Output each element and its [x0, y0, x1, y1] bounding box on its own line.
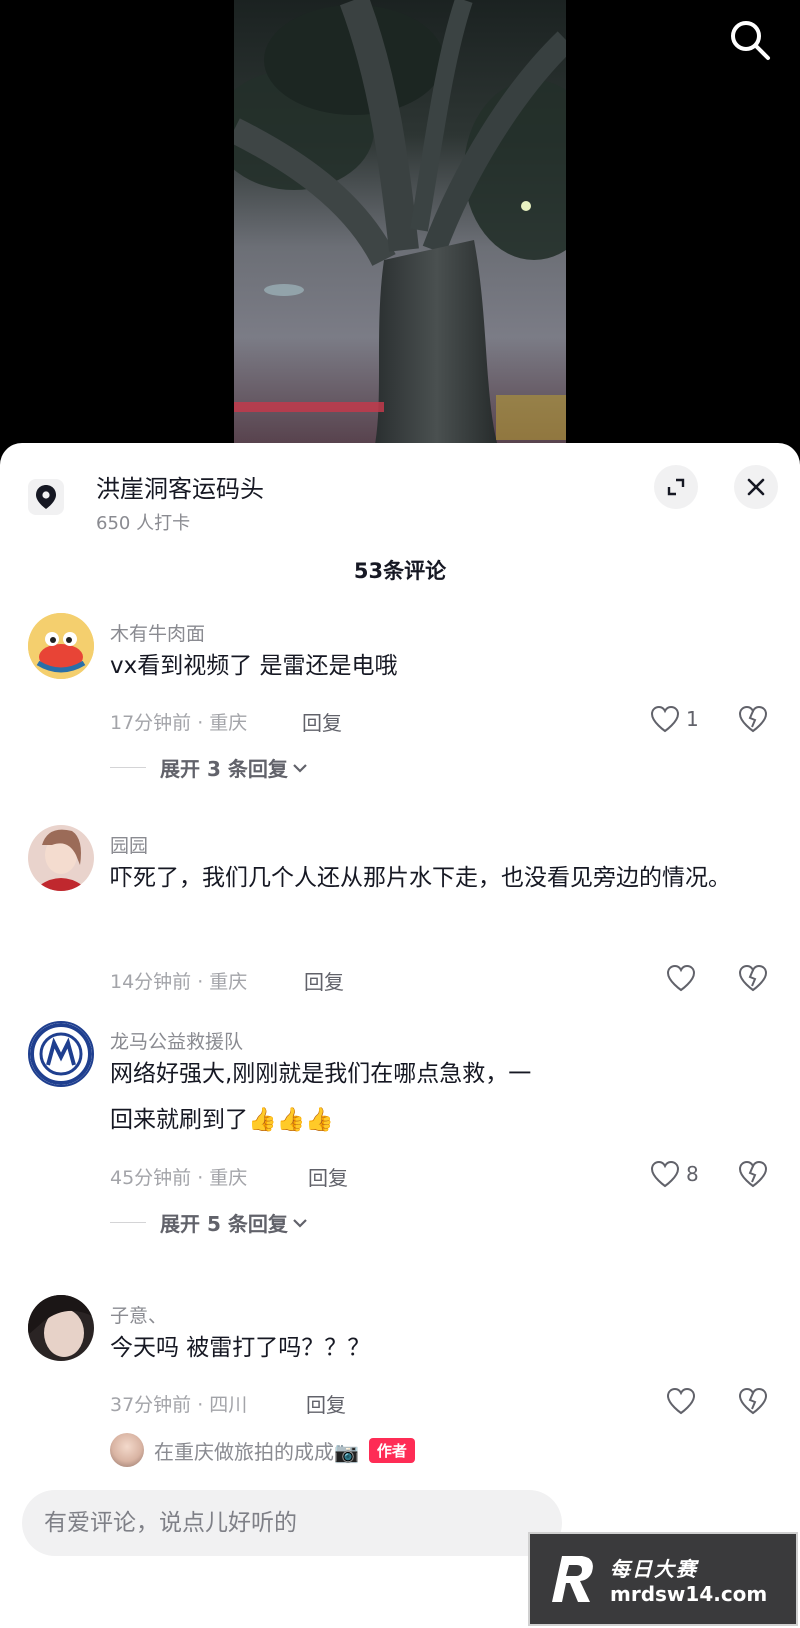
heart-icon — [666, 964, 696, 992]
comments-sheet: 洪崖洞客运码头 650 人打卡 53条评论 木有牛肉面 vx看到视频了 是雷还是… — [0, 443, 800, 1628]
avatar[interactable] — [28, 825, 94, 891]
like-button[interactable]: 8 — [650, 1160, 699, 1188]
broken-heart-icon — [738, 1160, 768, 1188]
comment-username[interactable]: 龙马公益救援队 — [110, 1027, 243, 1054]
search-button[interactable] — [728, 18, 772, 62]
expand-replies-label: 展开 3 条回复 — [160, 757, 288, 781]
dislike-button[interactable] — [738, 1160, 768, 1192]
chevron-down-icon — [293, 763, 307, 773]
expand-replies-button[interactable]: 展开 5 条回复 — [110, 1208, 308, 1237]
comment-time-location: 14分钟前 · 重庆 — [110, 971, 248, 993]
comment-username[interactable]: 木有牛肉面 — [110, 619, 205, 646]
comment-input[interactable] — [22, 1490, 562, 1556]
author-badge: 作者 — [368, 1437, 415, 1463]
expand-replies-button[interactable]: 展开 3 条回复 — [110, 753, 308, 782]
heart-icon — [650, 1160, 680, 1188]
broken-heart-icon — [738, 964, 768, 992]
dislike-button[interactable] — [738, 1387, 768, 1419]
avatar[interactable] — [28, 1295, 94, 1361]
comment-text: 网络好强大,刚刚就是我们在哪点急救，一回来就刷到了👍👍👍 — [110, 1061, 532, 1133]
divider — [110, 767, 146, 768]
comment-count: 53条评论 — [353, 559, 447, 583]
avatar[interactable] — [28, 613, 94, 679]
comment-username[interactable]: 子意、 — [110, 1301, 167, 1328]
reply-button[interactable]: 回复 — [302, 707, 342, 736]
like-count: 1 — [686, 707, 699, 731]
like-button[interactable] — [666, 964, 702, 992]
location-checkins: 650 人打卡 — [96, 513, 191, 534]
location-pin-icon — [28, 479, 64, 515]
author-reply-preview[interactable]: 在重庆做旅拍的成成📷 作者 — [110, 1433, 415, 1467]
divider — [110, 1222, 146, 1223]
reply-button[interactable]: 回复 — [306, 1389, 346, 1418]
watermark-title: 每日大赛 — [610, 1556, 698, 1581]
watermark-url: mrdsw14.com — [610, 1581, 768, 1606]
heart-icon — [650, 705, 680, 733]
dislike-button[interactable] — [738, 705, 768, 737]
avatar — [110, 1433, 144, 1467]
chevron-down-icon — [293, 1218, 307, 1228]
search-icon — [731, 21, 770, 60]
dislike-button[interactable] — [738, 964, 768, 996]
expand-replies-label: 展开 5 条回复 — [160, 1212, 288, 1236]
comment-time-location: 45分钟前 · 重庆 — [110, 1167, 248, 1189]
comment-time-location: 17分钟前 · 重庆 — [110, 712, 248, 734]
comment-text: vx看到视频了 是雷还是电哦 — [110, 653, 398, 679]
watermark-logo — [552, 1556, 593, 1602]
like-button[interactable]: 1 — [650, 705, 699, 733]
heart-icon — [666, 1387, 696, 1415]
video-frame — [234, 0, 566, 450]
close-button[interactable] — [734, 465, 778, 509]
avatar[interactable] — [28, 1021, 94, 1087]
comment-time-location: 37分钟前 · 四川 — [110, 1394, 248, 1416]
expand-icon — [667, 478, 685, 496]
video-player[interactable] — [0, 0, 800, 470]
comment-text: 吓死了，我们几个人还从那片水下走，也没看见旁边的情况。 — [110, 865, 731, 891]
comment-text: 今天吗 被雷打了吗？？？ — [110, 1335, 371, 1361]
reply-button[interactable]: 回复 — [308, 1162, 348, 1191]
broken-heart-icon — [738, 705, 768, 733]
like-count: 8 — [686, 1162, 699, 1186]
like-button[interactable] — [666, 1387, 702, 1415]
location-title[interactable]: 洪崖洞客运码头 — [96, 469, 264, 504]
comment-username[interactable]: 园园 — [110, 831, 148, 858]
author-reply-name: 在重庆做旅拍的成成📷 — [154, 1439, 359, 1464]
close-icon — [747, 478, 765, 496]
fullscreen-button[interactable] — [654, 465, 698, 509]
watermark: 每日大赛 mrdsw14.com — [528, 1532, 798, 1626]
tree-scene-image — [234, 0, 566, 450]
reply-button[interactable]: 回复 — [304, 966, 344, 995]
broken-heart-icon — [738, 1387, 768, 1415]
